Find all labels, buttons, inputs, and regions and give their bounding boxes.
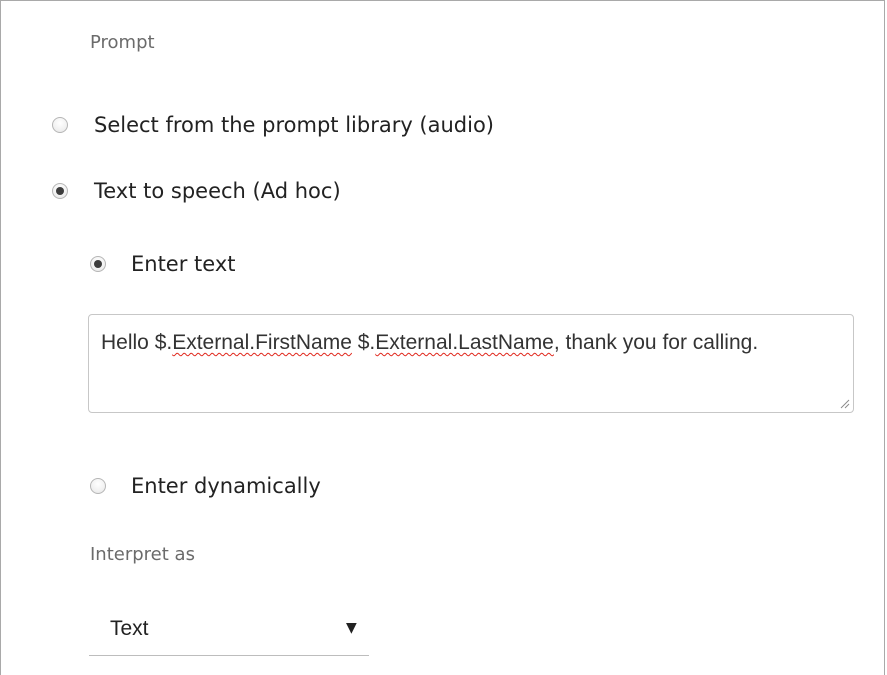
triangle-down-icon: ▼: [346, 620, 357, 636]
radio-enter-text[interactable]: Enter text: [90, 252, 236, 276]
radio-prompt-library[interactable]: Select from the prompt library (audio): [52, 113, 494, 137]
interpret-as-selected-value: Text: [110, 617, 149, 640]
radio-text-to-speech-label: Text to speech (Ad hoc): [94, 179, 341, 203]
resize-grip-icon[interactable]: [840, 399, 850, 409]
textarea-text-part: , thank you for calling.: [553, 331, 759, 354]
radio-button-unchecked[interactable]: [90, 478, 106, 494]
interpret-as-select[interactable]: Text ▼: [89, 606, 369, 656]
textarea-text-part: Hello $.: [101, 331, 173, 354]
textarea-text-part: $.: [351, 331, 376, 354]
spellcheck-word: External.FirstName: [172, 331, 352, 354]
radio-enter-dynamically[interactable]: Enter dynamically: [90, 474, 321, 498]
spellcheck-word: External.LastName: [375, 331, 554, 354]
prompt-settings-panel: Prompt Select from the prompt library (a…: [0, 0, 885, 675]
radio-button-unchecked[interactable]: [52, 117, 68, 133]
interpret-as-label: Interpret as: [90, 544, 195, 565]
radio-text-to-speech[interactable]: Text to speech (Ad hoc): [52, 179, 341, 203]
radio-prompt-library-label: Select from the prompt library (audio): [94, 113, 495, 137]
radio-enter-text-label: Enter text: [131, 252, 236, 276]
radio-button-checked[interactable]: [90, 256, 106, 272]
prompt-section-label: Prompt: [90, 32, 155, 53]
radio-enter-dynamically-label: Enter dynamically: [131, 474, 321, 498]
radio-button-checked[interactable]: [52, 183, 68, 199]
text-to-speech-textarea[interactable]: Hello $.External.FirstName $.External.La…: [88, 314, 854, 413]
